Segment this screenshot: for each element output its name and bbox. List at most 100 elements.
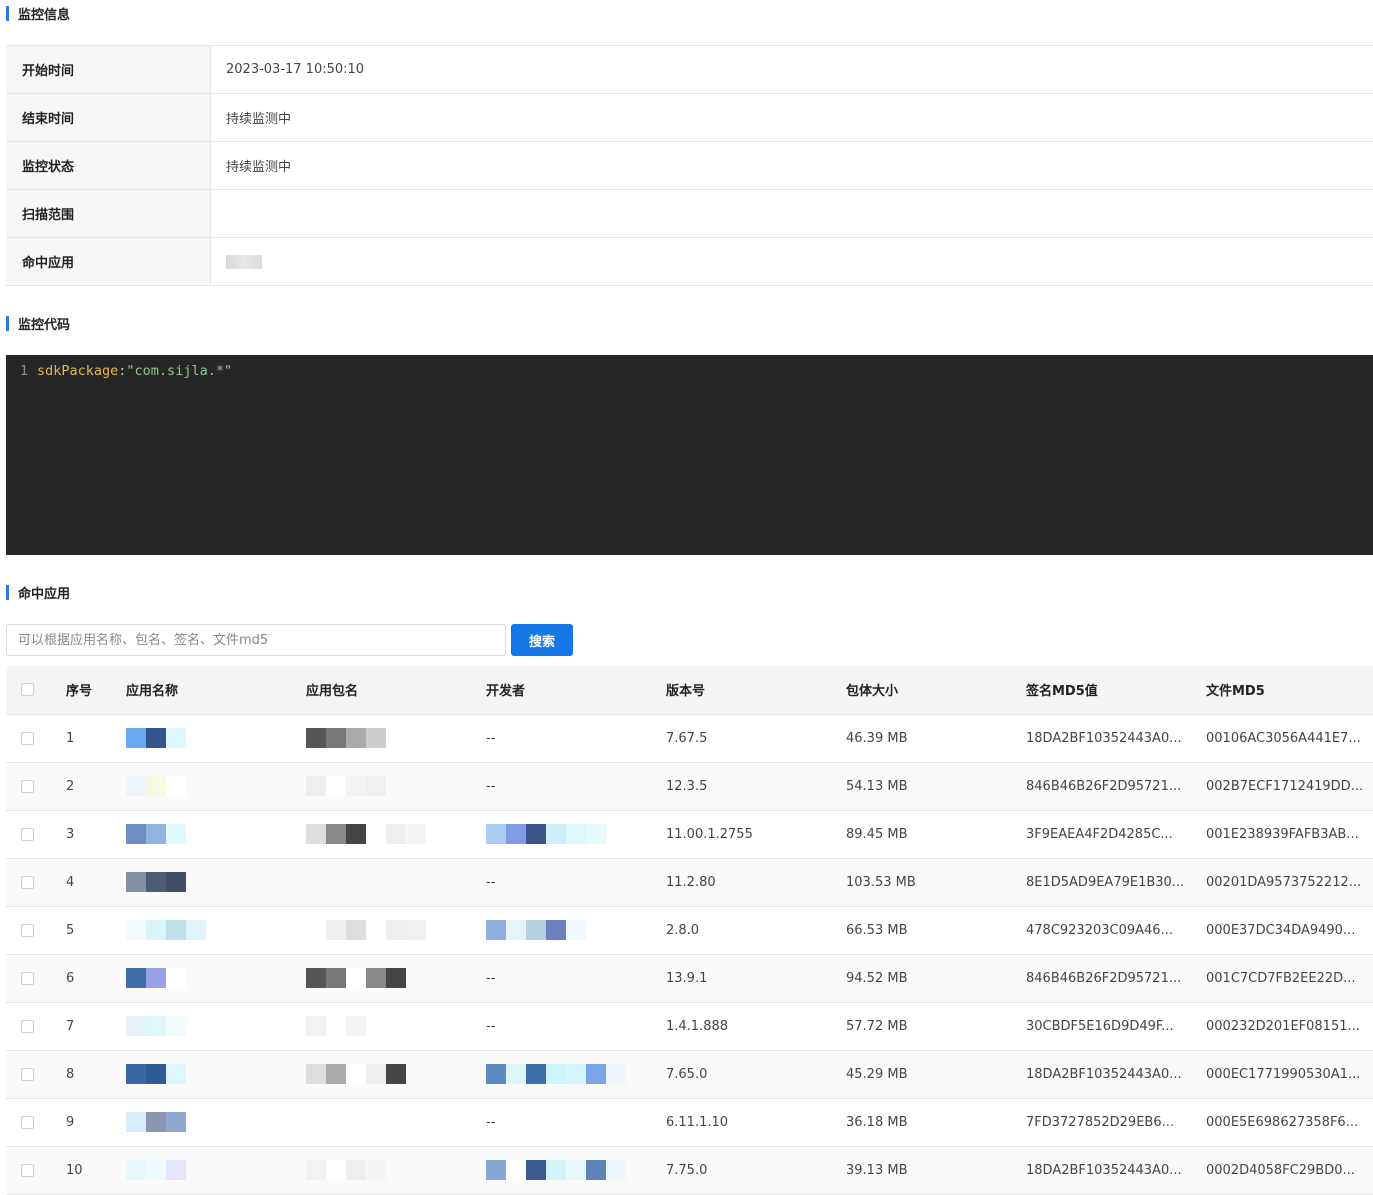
table-header-row: 序号 应用名称 应用包名 开发者 版本号 包体大小 签名MD5值 文件MD5 xyxy=(6,666,1373,715)
mosaic-block xyxy=(486,920,506,940)
mosaic-block xyxy=(526,920,546,940)
table-row[interactable]: 9 -- 6.11.1.10 36.18 MB 7FD3727852D29EB6... 0… xyxy=(6,1098,1373,1147)
row-app-name xyxy=(126,1146,306,1195)
redacted-mosaic xyxy=(126,1016,186,1036)
code-editor[interactable]: 1 sdkPackage : "com.sijla.*" xyxy=(6,355,1373,555)
row-index: 8 xyxy=(66,1050,126,1099)
row-checkbox[interactable] xyxy=(21,923,34,937)
row-developer xyxy=(486,810,666,859)
row-package-name xyxy=(306,1146,486,1195)
table-row[interactable]: 5 2.8.0 66.53 MB 478C923203C09A46... 000E37D… xyxy=(6,906,1373,955)
monitor-info-title-text: 监控信息 xyxy=(18,7,71,23)
row-checkbox[interactable] xyxy=(21,731,34,745)
row-checkbox[interactable] xyxy=(21,779,34,793)
row-package-name xyxy=(306,1050,486,1099)
row-app-name xyxy=(126,954,306,1003)
mosaic-block xyxy=(126,872,146,892)
redacted-mosaic xyxy=(306,824,426,844)
mosaic-block xyxy=(366,776,386,796)
info-row-start-time: 开始时间 2023-03-17 10:50:10 xyxy=(6,46,1373,94)
mosaic-block xyxy=(166,968,186,988)
mosaic-block xyxy=(126,824,146,844)
row-index: 10 xyxy=(66,1146,126,1195)
row-select-cell xyxy=(6,810,66,859)
row-app-name xyxy=(126,762,306,811)
select-all-checkbox[interactable] xyxy=(21,683,34,697)
redacted-mosaic xyxy=(306,1016,366,1036)
row-checkbox[interactable] xyxy=(21,827,34,841)
info-label: 监控状态 xyxy=(6,142,211,189)
column-header-index: 序号 xyxy=(66,666,126,715)
row-index: 7 xyxy=(66,1002,126,1051)
info-row-status: 监控状态 持续监测中 xyxy=(6,142,1373,190)
row-checkbox[interactable] xyxy=(21,1067,34,1081)
mosaic-block xyxy=(166,1064,186,1084)
table-row[interactable]: 7 -- 1.4.1.888 57.72 MB 30CBDF5E16D9D49F... 0… xyxy=(6,1002,1373,1051)
info-label: 扫描范围 xyxy=(6,190,211,237)
mosaic-block xyxy=(566,920,586,940)
hit-apps-title-text: 命中应用 xyxy=(18,586,71,602)
info-value xyxy=(211,238,1373,285)
row-version: 12.3.5 xyxy=(666,762,846,811)
row-developer: -- xyxy=(486,714,666,763)
mosaic-block xyxy=(346,920,366,940)
mosaic-block xyxy=(386,824,406,844)
row-checkbox[interactable] xyxy=(21,1115,34,1129)
mosaic-block xyxy=(546,920,566,940)
mosaic-block xyxy=(126,920,146,940)
mosaic-block xyxy=(306,968,326,988)
table-row[interactable]: 10 7.75.0 39.13 MB 18DA2BF10352443A0... 0002… xyxy=(6,1146,1373,1195)
mosaic-block xyxy=(146,968,166,988)
mosaic-block xyxy=(526,1064,546,1084)
row-index: 5 xyxy=(66,906,126,955)
redacted-mosaic xyxy=(306,920,426,940)
row-select-cell xyxy=(6,714,66,763)
redacted-mosaic xyxy=(306,968,406,988)
info-row-scan-scope: 扫描范围 xyxy=(6,190,1373,238)
row-app-name xyxy=(126,858,306,907)
row-checkbox[interactable] xyxy=(21,875,34,889)
row-sign-md5: 7FD3727852D29EB6... xyxy=(1026,1098,1206,1147)
mosaic-block xyxy=(346,728,366,748)
row-file-md5: 000E5E698627358F6... xyxy=(1206,1098,1373,1147)
redacted-mosaic xyxy=(486,1064,626,1084)
row-checkbox[interactable] xyxy=(21,1019,34,1033)
row-sign-md5: 30CBDF5E16D9D49F... xyxy=(1026,1002,1206,1051)
search-input[interactable] xyxy=(6,624,506,656)
row-sign-md5: 3F9EAEA4F2D4285C... xyxy=(1026,810,1206,859)
mosaic-block xyxy=(146,776,166,796)
row-app-name xyxy=(126,714,306,763)
monitor-code-title: 监控代码 xyxy=(6,314,70,333)
row-index: 1 xyxy=(66,714,126,763)
row-developer: -- xyxy=(486,858,666,907)
line-number: 1 xyxy=(19,363,28,379)
info-label: 结束时间 xyxy=(6,94,211,141)
mosaic-block xyxy=(346,776,366,796)
row-sign-md5: 18DA2BF10352443A0... xyxy=(1026,714,1206,763)
table-row[interactable]: 4 -- 11.2.80 103.53 MB 8E1D5AD9EA79E1B30... 0… xyxy=(6,858,1373,907)
mosaic-block xyxy=(386,968,406,988)
info-label: 开始时间 xyxy=(6,46,211,93)
row-checkbox[interactable] xyxy=(21,1163,34,1177)
row-file-md5: 000EC1771990530A1... xyxy=(1206,1050,1373,1099)
redacted-mosaic xyxy=(126,968,186,988)
table-row[interactable]: 3 11.00.1.2755 89.45 MB 3F9EAEA4F2D4285C...… xyxy=(6,810,1373,859)
search-button[interactable]: 搜索 xyxy=(511,624,573,656)
section-accent-bar xyxy=(6,5,9,21)
mosaic-block xyxy=(366,1064,386,1084)
hit-apps-title: 命中应用 xyxy=(6,583,71,602)
table-row[interactable]: 1 -- 7.67.5 46.39 MB 18DA2BF10352443A0... 001… xyxy=(6,714,1373,763)
mosaic-block xyxy=(126,728,146,748)
hit-apps-table: 序号 应用名称 应用包名 开发者 版本号 包体大小 签名MD5值 文件MD5 1… xyxy=(6,666,1373,1195)
row-size: 57.72 MB xyxy=(846,1002,1026,1051)
row-checkbox[interactable] xyxy=(21,971,34,985)
table-row[interactable]: 2 -- 12.3.5 54.13 MB 846B46B26F2D95721... 002… xyxy=(6,762,1373,811)
table-row[interactable]: 8 7.65.0 45.29 MB 18DA2BF10352443A0... 000EC… xyxy=(6,1050,1373,1099)
row-file-md5: 000E37DC34DA9490... xyxy=(1206,906,1373,955)
mosaic-block xyxy=(126,1112,146,1132)
code-string-token: "com.sijla.*" xyxy=(126,363,233,379)
mosaic-block xyxy=(566,824,586,844)
table-row[interactable]: 6 -- 13.9.1 94.52 MB 846B46B26F2D95721... 001… xyxy=(6,954,1373,1003)
row-version: 1.4.1.888 xyxy=(666,1002,846,1051)
row-index: 3 xyxy=(66,810,126,859)
